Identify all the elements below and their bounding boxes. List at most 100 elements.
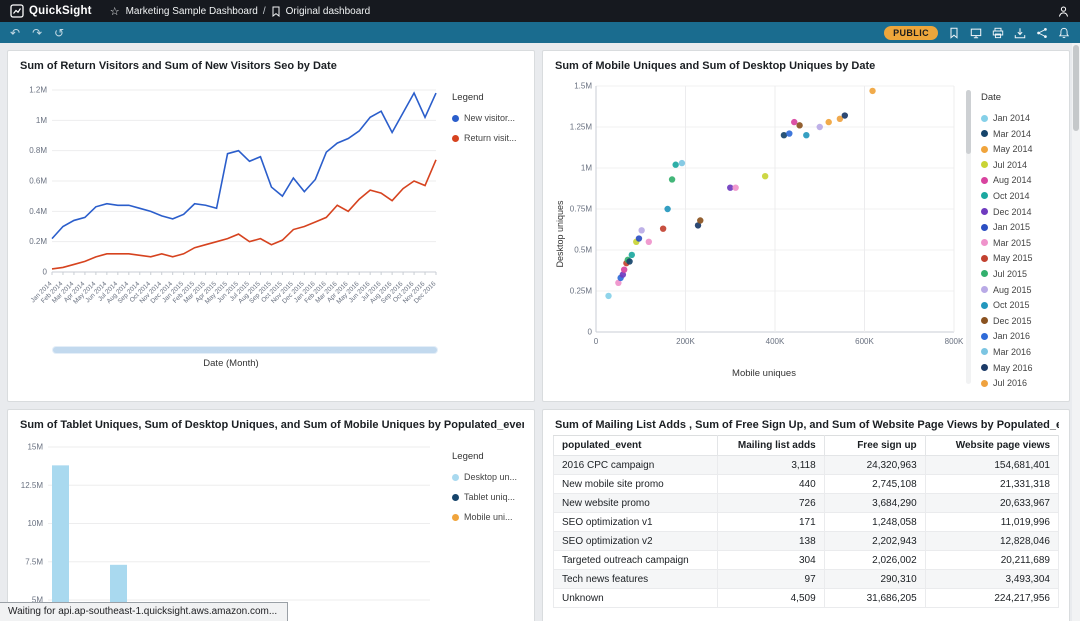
scatter-point[interactable] bbox=[621, 266, 627, 272]
scatter-chart-canvas[interactable]: 00.25M0.5M0.75M1M1.25M1.5M0200K400K600K8… bbox=[566, 76, 964, 366]
table-cell[interactable]: Tech news features bbox=[554, 570, 718, 589]
scatter-point[interactable] bbox=[636, 235, 642, 241]
legend-item[interactable]: New visitor... bbox=[452, 113, 524, 123]
legend-item[interactable]: Jan 2015 bbox=[981, 222, 1059, 232]
legend-item[interactable]: Jan 2014 bbox=[981, 113, 1059, 123]
public-badge[interactable]: PUBLIC bbox=[884, 26, 938, 40]
legend-item[interactable]: May 2014 bbox=[981, 144, 1059, 154]
legend-item[interactable]: Mar 2014 bbox=[981, 129, 1059, 139]
table-row[interactable]: Targeted outreach campaign3042,026,00220… bbox=[554, 551, 1059, 570]
scatter-point[interactable] bbox=[869, 88, 875, 94]
table-cell[interactable]: 21,331,318 bbox=[925, 475, 1058, 494]
table-cell[interactable]: 2,202,943 bbox=[824, 532, 925, 551]
export-icon[interactable] bbox=[1014, 27, 1026, 39]
table-cell[interactable]: 304 bbox=[717, 551, 824, 570]
legend-item[interactable]: Dec 2014 bbox=[981, 207, 1059, 217]
table-cell[interactable]: 3,118 bbox=[717, 456, 824, 475]
legend-item[interactable]: Mobile uni... bbox=[452, 512, 524, 522]
scatter-point[interactable] bbox=[732, 184, 738, 190]
line-series[interactable] bbox=[52, 160, 436, 269]
scatter-point[interactable] bbox=[605, 293, 611, 299]
table-cell[interactable]: 2,745,108 bbox=[824, 475, 925, 494]
breadcrumb-dashboard-name[interactable]: Marketing Sample Dashboard bbox=[126, 6, 258, 17]
table-cell[interactable]: 2,026,002 bbox=[824, 551, 925, 570]
presentation-icon[interactable] bbox=[970, 27, 982, 39]
table-cell[interactable]: 1,248,058 bbox=[824, 513, 925, 532]
scatter-point[interactable] bbox=[664, 206, 670, 212]
scatter-point[interactable] bbox=[679, 160, 685, 166]
scatter-point[interactable] bbox=[660, 225, 666, 231]
legend-item[interactable]: Mar 2016 bbox=[981, 347, 1059, 357]
table-cell[interactable]: Targeted outreach campaign bbox=[554, 551, 718, 570]
legend-item[interactable]: May 2016 bbox=[981, 363, 1059, 373]
bookmark-icon[interactable] bbox=[948, 27, 960, 39]
table-cell[interactable]: New website promo bbox=[554, 494, 718, 513]
table-row[interactable]: Tech news features97290,3103,493,304 bbox=[554, 570, 1059, 589]
table-cell[interactable]: 154,681,401 bbox=[925, 456, 1058, 475]
legend-item[interactable]: Tablet uniq... bbox=[452, 492, 524, 502]
legend-scrollbar-thumb[interactable] bbox=[966, 90, 971, 154]
table-row[interactable]: New mobile site promo4402,745,10821,331,… bbox=[554, 475, 1059, 494]
table-cell[interactable]: SEO optimization v2 bbox=[554, 532, 718, 551]
table-row[interactable]: Unknown4,50931,686,205224,217,956 bbox=[554, 589, 1059, 608]
table-cell[interactable]: 24,320,963 bbox=[824, 456, 925, 475]
line-series[interactable] bbox=[52, 93, 436, 239]
legend-item[interactable]: Jul 2014 bbox=[981, 160, 1059, 170]
page-scrollbar-thumb[interactable] bbox=[1073, 45, 1079, 131]
legend-item[interactable]: Desktop un... bbox=[452, 472, 524, 482]
table-cell[interactable]: 290,310 bbox=[824, 570, 925, 589]
scatter-point[interactable] bbox=[638, 227, 644, 233]
bar[interactable] bbox=[52, 465, 69, 621]
table-cell[interactable]: 20,211,689 bbox=[925, 551, 1058, 570]
table-cell[interactable]: 138 bbox=[717, 532, 824, 551]
share-icon[interactable] bbox=[1036, 27, 1048, 39]
table-cell[interactable]: 11,019,996 bbox=[925, 513, 1058, 532]
scatter-point[interactable] bbox=[762, 173, 768, 179]
legend-item[interactable]: Jul 2015 bbox=[981, 269, 1059, 279]
table-cell[interactable]: 171 bbox=[717, 513, 824, 532]
scatter-point[interactable] bbox=[629, 252, 635, 258]
scatter-point[interactable] bbox=[826, 119, 832, 125]
table-cell[interactable]: 440 bbox=[717, 475, 824, 494]
table-cell[interactable]: 224,217,956 bbox=[925, 589, 1058, 608]
legend-item[interactable]: Jul 2016 bbox=[981, 378, 1059, 388]
line-chart-canvas[interactable]: 00.2M0.4M0.6M0.8M1M1.2MJan 2014Feb 2014M… bbox=[18, 76, 442, 344]
legend-scrollbar[interactable] bbox=[966, 90, 971, 384]
scatter-point[interactable] bbox=[842, 112, 848, 118]
quicksight-logo[interactable]: QuickSight bbox=[10, 4, 92, 18]
table-cell[interactable]: 20,633,967 bbox=[925, 494, 1058, 513]
table-column-header[interactable]: Free sign up bbox=[824, 436, 925, 456]
legend-item[interactable]: Aug 2014 bbox=[981, 175, 1059, 185]
undo-icon[interactable]: ↶ bbox=[10, 27, 20, 39]
scatter-point[interactable] bbox=[817, 124, 823, 130]
table-cell[interactable]: 4,509 bbox=[717, 589, 824, 608]
table-row[interactable]: SEO optimization v21382,202,94312,828,04… bbox=[554, 532, 1059, 551]
legend-item[interactable]: Oct 2015 bbox=[981, 300, 1059, 310]
legend-item[interactable]: Oct 2014 bbox=[981, 191, 1059, 201]
table-row[interactable]: New website promo7263,684,29020,633,967 bbox=[554, 494, 1059, 513]
notifications-bell-icon[interactable] bbox=[1058, 27, 1070, 39]
table-cell[interactable]: New mobile site promo bbox=[554, 475, 718, 494]
star-icon[interactable]: ☆ bbox=[110, 5, 120, 18]
table-cell[interactable]: 3,684,290 bbox=[824, 494, 925, 513]
reset-icon[interactable]: ↺ bbox=[54, 27, 64, 39]
table-cell[interactable]: 12,828,046 bbox=[925, 532, 1058, 551]
scatter-point[interactable] bbox=[697, 217, 703, 223]
page-scrollbar[interactable] bbox=[1072, 43, 1080, 621]
table-cell[interactable]: 726 bbox=[717, 494, 824, 513]
user-account-icon[interactable] bbox=[1057, 5, 1070, 18]
breadcrumb-sheet-name[interactable]: Original dashboard bbox=[286, 6, 371, 17]
table-row[interactable]: 2016 CPC campaign3,11824,320,963154,681,… bbox=[554, 456, 1059, 475]
scatter-point[interactable] bbox=[672, 162, 678, 168]
table-cell[interactable]: 97 bbox=[717, 570, 824, 589]
table-cell[interactable]: SEO optimization v1 bbox=[554, 513, 718, 532]
table-cell[interactable]: 31,686,205 bbox=[824, 589, 925, 608]
redo-icon[interactable]: ↷ bbox=[32, 27, 42, 39]
legend-item[interactable]: Aug 2015 bbox=[981, 285, 1059, 295]
table-cell[interactable]: 2016 CPC campaign bbox=[554, 456, 718, 475]
table-cell[interactable]: Unknown bbox=[554, 589, 718, 608]
scatter-point[interactable] bbox=[669, 176, 675, 182]
legend-item[interactable]: Dec 2015 bbox=[981, 316, 1059, 326]
legend-item[interactable]: Jan 2016 bbox=[981, 331, 1059, 341]
legend-item[interactable]: May 2015 bbox=[981, 253, 1059, 263]
